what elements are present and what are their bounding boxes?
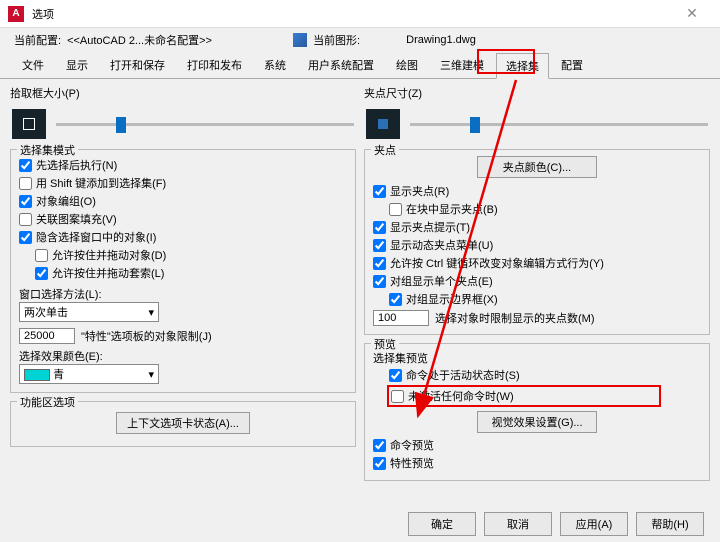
- cb-no-active-cmd[interactable]: 未激活任何命令时(W): [391, 387, 657, 405]
- chevron-down-icon: ▾: [148, 306, 154, 319]
- tab-drafting[interactable]: 绘图: [386, 52, 428, 78]
- window-title: 选项: [32, 6, 672, 22]
- tab-profiles[interactable]: 配置: [551, 52, 593, 78]
- winsel-label: 窗口选择方法(L):: [19, 286, 347, 302]
- profile-label: 当前配置:: [14, 32, 61, 48]
- right-column: 夹点尺寸(Z) 夹点 夹点颜色(C)... 显示夹点(R) 在块中显示夹点(B)…: [364, 85, 710, 481]
- grip-group: 夹点 夹点颜色(C)... 显示夹点(R) 在块中显示夹点(B) 显示夹点提示(…: [364, 149, 710, 335]
- prop-limit-input[interactable]: 25000: [19, 328, 75, 344]
- tab-bar: 文件 显示 打开和保存 打印和发布 系统 用户系统配置 绘图 三维建模 选择集 …: [0, 52, 720, 79]
- titlebar: A 选项 ✕: [0, 0, 720, 28]
- grip-title: 夹点: [371, 142, 399, 158]
- cb-implied-window[interactable]: 隐含选择窗口中的对象(I): [19, 228, 347, 246]
- gripsize-label: 夹点尺寸(Z): [364, 85, 710, 101]
- cb-block-grip[interactable]: 在块中显示夹点(B): [389, 200, 701, 218]
- app-icon: A: [8, 6, 24, 22]
- cb-assoc-hatch[interactable]: 关联图案填充(V): [19, 210, 347, 228]
- tab-selection[interactable]: 选择集: [496, 53, 549, 79]
- cb-shift-add[interactable]: 用 Shift 键添加到选择集(F): [19, 174, 347, 192]
- selection-mode-title: 选择集模式: [17, 142, 78, 158]
- grip-preview: [366, 109, 400, 139]
- left-column: 拾取框大小(P) 选择集模式 先选择后执行(N) 用 Shift 键添加到选择集…: [10, 85, 356, 481]
- tab-3dmodel[interactable]: 三维建模: [430, 52, 494, 78]
- visual-effect-button[interactable]: 视觉效果设置(G)...: [477, 411, 597, 433]
- cb-cmd-preview[interactable]: 命令预览: [373, 436, 701, 454]
- tab-file[interactable]: 文件: [12, 52, 54, 78]
- cb-active-cmd[interactable]: 命令处于活动状态时(S): [389, 366, 701, 384]
- grip-obj-limit-label: 选择对象时限制显示的夹点数(M): [435, 310, 595, 326]
- cancel-button[interactable]: 取消: [484, 512, 552, 536]
- preview-group: 预览 选择集预览 命令处于活动状态时(S) 未激活任何命令时(W) 视觉效果设置…: [364, 343, 710, 481]
- cb-group-bbox[interactable]: 对组显示边界框(X): [389, 290, 701, 308]
- cb-grip-tip[interactable]: 显示夹点提示(T): [373, 218, 701, 236]
- cb-object-group[interactable]: 对象编组(O): [19, 192, 347, 210]
- drawing-label: 当前图形:: [313, 32, 360, 48]
- cb-drag-lasso[interactable]: 允许按住并拖动套索(L): [35, 264, 347, 282]
- prop-limit-label: "特性"选项板的对象限制(J): [81, 328, 212, 344]
- selection-mode-group: 选择集模式 先选择后执行(N) 用 Shift 键添加到选择集(F) 对象编组(…: [10, 149, 356, 393]
- gripsize-slider[interactable]: [410, 123, 708, 126]
- cb-group-grip[interactable]: 对组显示单个夹点(E): [373, 272, 701, 290]
- grip-obj-limit-input[interactable]: 100: [373, 310, 429, 326]
- info-bar: 当前配置: <<AutoCAD 2...未命名配置>> 当前图形: Drawin…: [0, 28, 720, 52]
- ribbon-title: 功能区选项: [17, 394, 78, 410]
- winsel-dropdown[interactable]: 两次单击▾: [19, 302, 159, 322]
- cb-noun-verb[interactable]: 先选择后执行(N): [19, 156, 347, 174]
- preview-sub: 选择集预览: [373, 350, 701, 366]
- tab-opensave[interactable]: 打开和保存: [100, 52, 175, 78]
- apply-button[interactable]: 应用(A): [560, 512, 628, 536]
- drawing-value: Drawing1.dwg: [406, 34, 476, 46]
- content: 拾取框大小(P) 选择集模式 先选择后执行(N) 用 Shift 键添加到选择集…: [0, 79, 720, 487]
- ribbon-group: 功能区选项 上下文选项卡状态(A)...: [10, 401, 356, 447]
- effect-color-label: 选择效果颜色(E):: [19, 348, 347, 364]
- pickbox-slider-wrap: [10, 105, 356, 141]
- pickbox-preview: [12, 109, 46, 139]
- pickbox-label: 拾取框大小(P): [10, 85, 356, 101]
- tab-userpref[interactable]: 用户系统配置: [298, 52, 384, 78]
- ok-button[interactable]: 确定: [408, 512, 476, 536]
- profile-value: <<AutoCAD 2...未命名配置>>: [67, 32, 287, 48]
- cb-ctrl-cycle[interactable]: 允许按 Ctrl 键循环改变对象编辑方式行为(Y): [373, 254, 701, 272]
- annotation-checkbox-highlight: 未激活任何命令时(W): [387, 385, 661, 407]
- drawing-icon: [293, 33, 307, 47]
- grip-color-button[interactable]: 夹点颜色(C)...: [477, 156, 597, 178]
- tab-plot[interactable]: 打印和发布: [177, 52, 252, 78]
- tab-display[interactable]: 显示: [56, 52, 98, 78]
- pickbox-slider[interactable]: [56, 123, 354, 126]
- effect-color-dropdown[interactable]: 青▾: [19, 364, 159, 384]
- cb-prop-preview[interactable]: 特性预览: [373, 454, 701, 472]
- tab-system[interactable]: 系统: [254, 52, 296, 78]
- gripsize-slider-wrap: [364, 105, 710, 141]
- cb-drag-object[interactable]: 允许按住并拖动对象(D): [35, 246, 347, 264]
- preview-title: 预览: [371, 336, 399, 352]
- chevron-down-icon: ▾: [148, 368, 154, 381]
- cb-dyn-menu[interactable]: 显示动态夹点菜单(U): [373, 236, 701, 254]
- cb-show-grip[interactable]: 显示夹点(R): [373, 182, 701, 200]
- close-icon[interactable]: ✕: [672, 5, 712, 22]
- footer-buttons: 确定 取消 应用(A) 帮助(H): [408, 512, 704, 536]
- help-button[interactable]: 帮助(H): [636, 512, 704, 536]
- ribbon-context-button[interactable]: 上下文选项卡状态(A)...: [116, 412, 250, 434]
